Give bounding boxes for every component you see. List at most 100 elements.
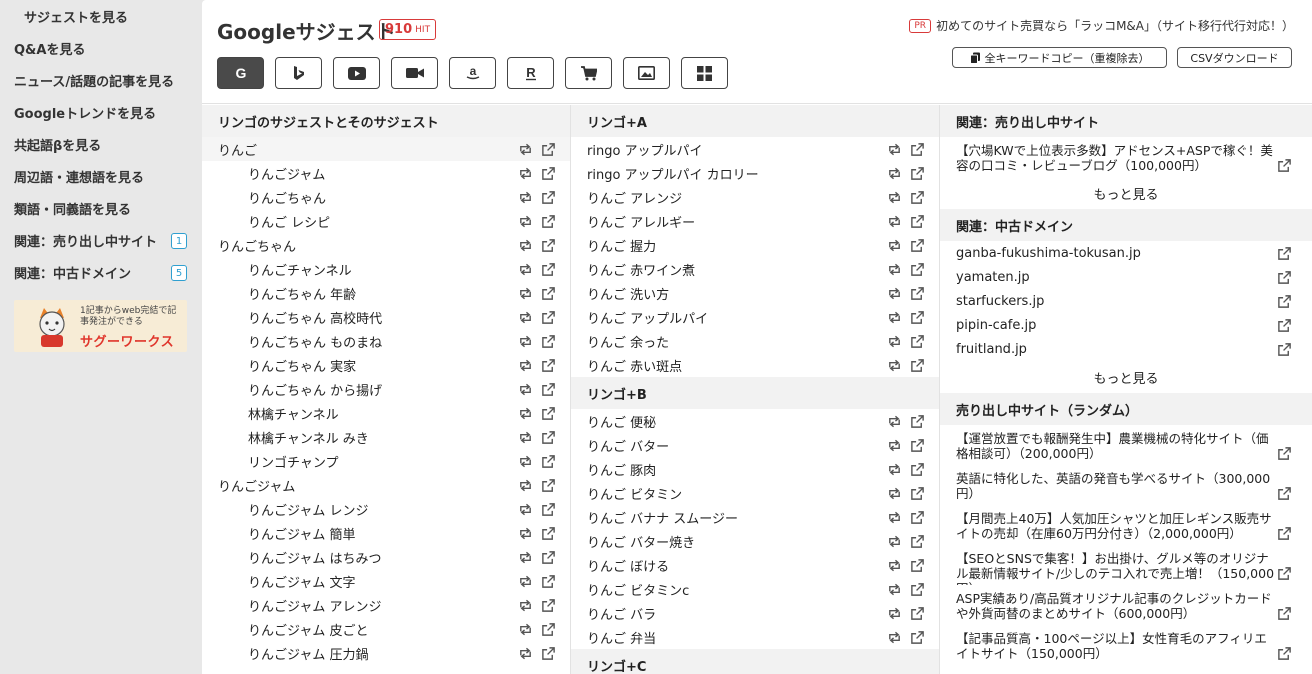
external-link-icon[interactable] xyxy=(910,558,925,573)
tab-shopping[interactable] xyxy=(565,57,612,89)
tab-apps[interactable] xyxy=(681,57,728,89)
external-link-icon[interactable] xyxy=(541,646,556,661)
site-listing[interactable]: 【月間売上40万】人気加圧シャツと加圧レギンス販売サイトの売却（在庫60万円分付… xyxy=(940,505,1312,545)
tab-amazon[interactable]: a xyxy=(449,57,496,89)
external-link-icon[interactable] xyxy=(910,166,925,181)
keyword-row[interactable]: りんご 余った xyxy=(571,329,939,353)
external-link-icon[interactable] xyxy=(1277,606,1292,621)
keyword-row[interactable]: りんご 赤い斑点 xyxy=(571,353,939,377)
external-link-icon[interactable] xyxy=(541,214,556,229)
keyword-row[interactable]: りんご ビタミンc xyxy=(571,577,939,601)
repeat-suggest-icon[interactable] xyxy=(518,142,533,157)
keyword-row[interactable]: りんごジャム xyxy=(202,161,570,185)
site-listing[interactable]: 英語に特化した、英語の発音も学べるサイト（300,000円） xyxy=(940,465,1312,505)
external-link-icon[interactable] xyxy=(541,166,556,181)
external-link-icon[interactable] xyxy=(541,262,556,277)
tab-video[interactable] xyxy=(391,57,438,89)
keyword-row[interactable]: りんごチャンネル xyxy=(202,257,570,281)
copy-all-keywords-button[interactable]: 全キーワードコピー（重複除去） xyxy=(952,47,1167,68)
repeat-suggest-icon[interactable] xyxy=(887,262,902,277)
keyword-row[interactable]: りんご 赤ワイン煮 xyxy=(571,257,939,281)
repeat-suggest-icon[interactable] xyxy=(518,406,533,421)
repeat-suggest-icon[interactable] xyxy=(887,558,902,573)
repeat-suggest-icon[interactable] xyxy=(518,238,533,253)
external-link-icon[interactable] xyxy=(541,574,556,589)
sidebar-item[interactable]: 周辺語・連想語を見る xyxy=(0,160,202,192)
domain-row[interactable]: yamaten.jp xyxy=(940,265,1312,289)
keyword-row[interactable]: りんごジャム 簡単 xyxy=(202,521,570,545)
external-link-icon[interactable] xyxy=(541,286,556,301)
external-link-icon[interactable] xyxy=(1277,646,1292,661)
keyword-row[interactable]: りんごちゃん 年齢 xyxy=(202,281,570,305)
tab-images[interactable] xyxy=(623,57,670,89)
site-listing[interactable]: 【穴場KWで上位表示多数】アドセンス+ASPで稼ぐ！美容の口コミ・レビューブログ… xyxy=(940,137,1312,177)
keyword-row[interactable]: りんご 豚肉 xyxy=(571,457,939,481)
keyword-row[interactable]: りんご アレルギー xyxy=(571,209,939,233)
repeat-suggest-icon[interactable] xyxy=(887,286,902,301)
sidebar-item[interactable]: ニュース/話題の記事を見る xyxy=(0,64,202,96)
external-link-icon[interactable] xyxy=(541,550,556,565)
sidebar-item[interactable]: Googleトレンドを見る xyxy=(0,96,202,128)
keyword-row[interactable]: ringo アップルパイ カロリー xyxy=(571,161,939,185)
external-link-icon[interactable] xyxy=(541,358,556,373)
keyword-row[interactable]: りんご ビタミン xyxy=(571,481,939,505)
external-link-icon[interactable] xyxy=(910,262,925,277)
repeat-suggest-icon[interactable] xyxy=(518,262,533,277)
keyword-row[interactable]: リンゴチャンプ xyxy=(202,449,570,473)
repeat-suggest-icon[interactable] xyxy=(887,166,902,181)
keyword-row[interactable]: りんご 弁当 xyxy=(571,625,939,649)
repeat-suggest-icon[interactable] xyxy=(887,462,902,477)
repeat-suggest-icon[interactable] xyxy=(518,598,533,613)
repeat-suggest-icon[interactable] xyxy=(887,142,902,157)
sidebar-item[interactable]: 関連：売り出し中サイト 1 xyxy=(0,224,202,256)
external-link-icon[interactable] xyxy=(910,510,925,525)
keyword-row[interactable]: りんごジャム はちみつ xyxy=(202,545,570,569)
external-link-icon[interactable] xyxy=(1277,270,1292,285)
external-link-icon[interactable] xyxy=(541,478,556,493)
repeat-suggest-icon[interactable] xyxy=(887,438,902,453)
external-link-icon[interactable] xyxy=(910,214,925,229)
site-listing[interactable]: 【運営放置でも報酬発生中】農業機械の特化サイト（価格相談可）（200,000円） xyxy=(940,425,1312,465)
external-link-icon[interactable] xyxy=(541,382,556,397)
repeat-suggest-icon[interactable] xyxy=(887,606,902,621)
domain-row[interactable]: pipin-cafe.jp xyxy=(940,313,1312,337)
external-link-icon[interactable] xyxy=(1277,342,1292,357)
keyword-row[interactable]: りんご ぼける xyxy=(571,553,939,577)
repeat-suggest-icon[interactable] xyxy=(887,310,902,325)
keyword-row[interactable]: りんご バラ xyxy=(571,601,939,625)
keyword-row[interactable]: りんご 洗い方 xyxy=(571,281,939,305)
repeat-suggest-icon[interactable] xyxy=(518,574,533,589)
external-link-icon[interactable] xyxy=(910,310,925,325)
external-link-icon[interactable] xyxy=(910,414,925,429)
keyword-row[interactable]: りんごジャム 皮ごと xyxy=(202,617,570,641)
repeat-suggest-icon[interactable] xyxy=(887,582,902,597)
external-link-icon[interactable] xyxy=(910,582,925,597)
keyword-row[interactable]: りんご xyxy=(202,137,570,161)
external-link-icon[interactable] xyxy=(1277,526,1292,541)
keyword-row[interactable]: りんごジャム 圧力鍋 xyxy=(202,641,570,665)
external-link-icon[interactable] xyxy=(541,526,556,541)
tab-youtube[interactable] xyxy=(333,57,380,89)
repeat-suggest-icon[interactable] xyxy=(518,382,533,397)
keyword-row[interactable]: りんごジャム xyxy=(202,473,570,497)
external-link-icon[interactable] xyxy=(1277,294,1292,309)
repeat-suggest-icon[interactable] xyxy=(518,166,533,181)
tab-google[interactable]: G xyxy=(217,57,264,89)
keyword-row[interactable]: ringo アップルパイ xyxy=(571,137,939,161)
external-link-icon[interactable] xyxy=(910,358,925,373)
repeat-suggest-icon[interactable] xyxy=(518,310,533,325)
sagooworks-banner[interactable]: 1記事からweb完結で記事発注ができる サグーワークス xyxy=(14,300,187,352)
sidebar-item[interactable]: Q&Aを見る xyxy=(0,32,202,64)
repeat-suggest-icon[interactable] xyxy=(887,190,902,205)
csv-download-button[interactable]: CSVダウンロード xyxy=(1177,47,1292,68)
repeat-suggest-icon[interactable] xyxy=(887,630,902,645)
external-link-icon[interactable] xyxy=(541,454,556,469)
repeat-suggest-icon[interactable] xyxy=(518,622,533,637)
keyword-row[interactable]: りんご バナナ スムージー xyxy=(571,505,939,529)
sidebar-item[interactable]: 共起語βを見る xyxy=(0,128,202,160)
repeat-suggest-icon[interactable] xyxy=(887,534,902,549)
keyword-row[interactable]: りんごちゃん xyxy=(202,233,570,257)
external-link-icon[interactable] xyxy=(910,486,925,501)
keyword-row[interactable]: りんご バター xyxy=(571,433,939,457)
tab-bing[interactable] xyxy=(275,57,322,89)
